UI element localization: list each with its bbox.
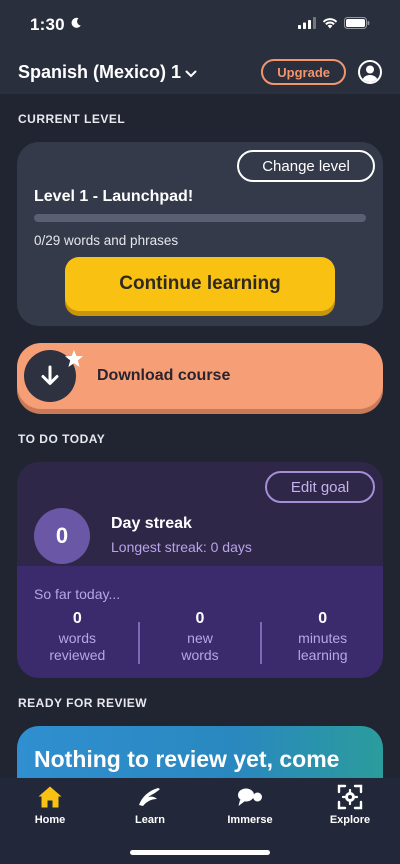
wifi-icon [322, 16, 338, 34]
review-message: Nothing to review yet, come [34, 746, 340, 772]
nav-item-home[interactable]: Home [0, 784, 100, 834]
download-course-label: Download course [97, 367, 231, 384]
immerse-icon [236, 784, 264, 810]
words-count: 0/29 words and phrases [34, 233, 179, 248]
download-icon [24, 350, 83, 402]
nav-item-explore[interactable]: Explore [300, 784, 400, 834]
stat-minutes-learning: 0 minutes learning [262, 610, 383, 670]
learn-icon [136, 784, 164, 810]
app-header: Spanish (Mexico) 1 Upgrade [0, 50, 400, 94]
change-level-button[interactable]: Change level [237, 150, 375, 182]
download-course-button[interactable]: Download course [17, 343, 383, 409]
explore-icon [336, 784, 364, 810]
battery-icon [344, 16, 370, 34]
course-selector[interactable]: Spanish (Mexico) 1 [18, 62, 197, 83]
streak-count-badge: 0 [34, 508, 90, 564]
stat-words-reviewed: 0 words reviewed [17, 610, 138, 670]
nav-label-explore: Explore [329, 814, 371, 826]
today-progress-panel: So far today... 0 words reviewed 0 new w… [17, 566, 383, 678]
level-progress-bar [34, 214, 366, 222]
nav-label-immerse: Immerse [227, 814, 273, 826]
moon-icon [70, 16, 82, 34]
status-bar: 1:30 [0, 0, 400, 50]
header-actions: Upgrade [261, 59, 382, 85]
todo-today-heading: TO DO TODAY [18, 432, 106, 446]
stat-label-line1: words [58, 630, 97, 646]
chevron-down-icon [185, 62, 197, 83]
status-icons [298, 16, 370, 34]
stat-label-line2: learning [297, 647, 348, 663]
home-icon [36, 784, 64, 810]
stat-value: 0 [195, 610, 205, 627]
stat-label-line1: minutes [298, 630, 348, 646]
nav-label-home: Home [34, 814, 66, 826]
stat-label-line2: words [181, 647, 219, 663]
nav-items: Home Learn Immerse Explore [0, 778, 400, 834]
streak-title: Day streak [111, 515, 192, 532]
edit-goal-button[interactable]: Edit goal [265, 471, 375, 503]
continue-learning-button[interactable]: Continue learning [65, 257, 335, 311]
course-title: Spanish (Mexico) 1 [18, 61, 182, 82]
current-level-heading: CURRENT LEVEL [18, 112, 126, 126]
todo-today-card: Edit goal 0 Day streak Longest streak: 0… [17, 462, 383, 678]
nav-item-learn[interactable]: Learn [100, 784, 200, 834]
nav-item-immerse[interactable]: Immerse [200, 784, 300, 834]
today-stats: 0 words reviewed 0 new words 0 minutes l… [17, 610, 383, 670]
stat-label-line1: new [187, 630, 213, 646]
level-name: Level 1 - Launchpad! [34, 188, 194, 205]
star-icon [64, 349, 84, 374]
home-indicator[interactable] [130, 850, 270, 855]
cellular-signal-icon [298, 16, 316, 34]
stat-value: 0 [72, 610, 82, 627]
longest-streak: Longest streak: 0 days [111, 539, 252, 555]
stat-value: 0 [318, 610, 328, 627]
status-time: 1:30 [30, 15, 65, 34]
stat-label-line2: reviewed [49, 647, 106, 663]
nav-label-learn: Learn [135, 814, 165, 826]
ready-for-review-heading: READY FOR REVIEW [18, 696, 148, 710]
so-far-today-label: So far today... [34, 586, 121, 602]
bottom-navigation: Home Learn Immerse Explore [0, 778, 400, 864]
profile-avatar-icon[interactable] [358, 60, 382, 84]
status-time-group: 1:30 [30, 15, 82, 35]
current-level-card: Change level Level 1 - Launchpad! 0/29 w… [17, 142, 383, 326]
upgrade-button[interactable]: Upgrade [261, 59, 346, 85]
stat-new-words: 0 new words [140, 610, 261, 670]
